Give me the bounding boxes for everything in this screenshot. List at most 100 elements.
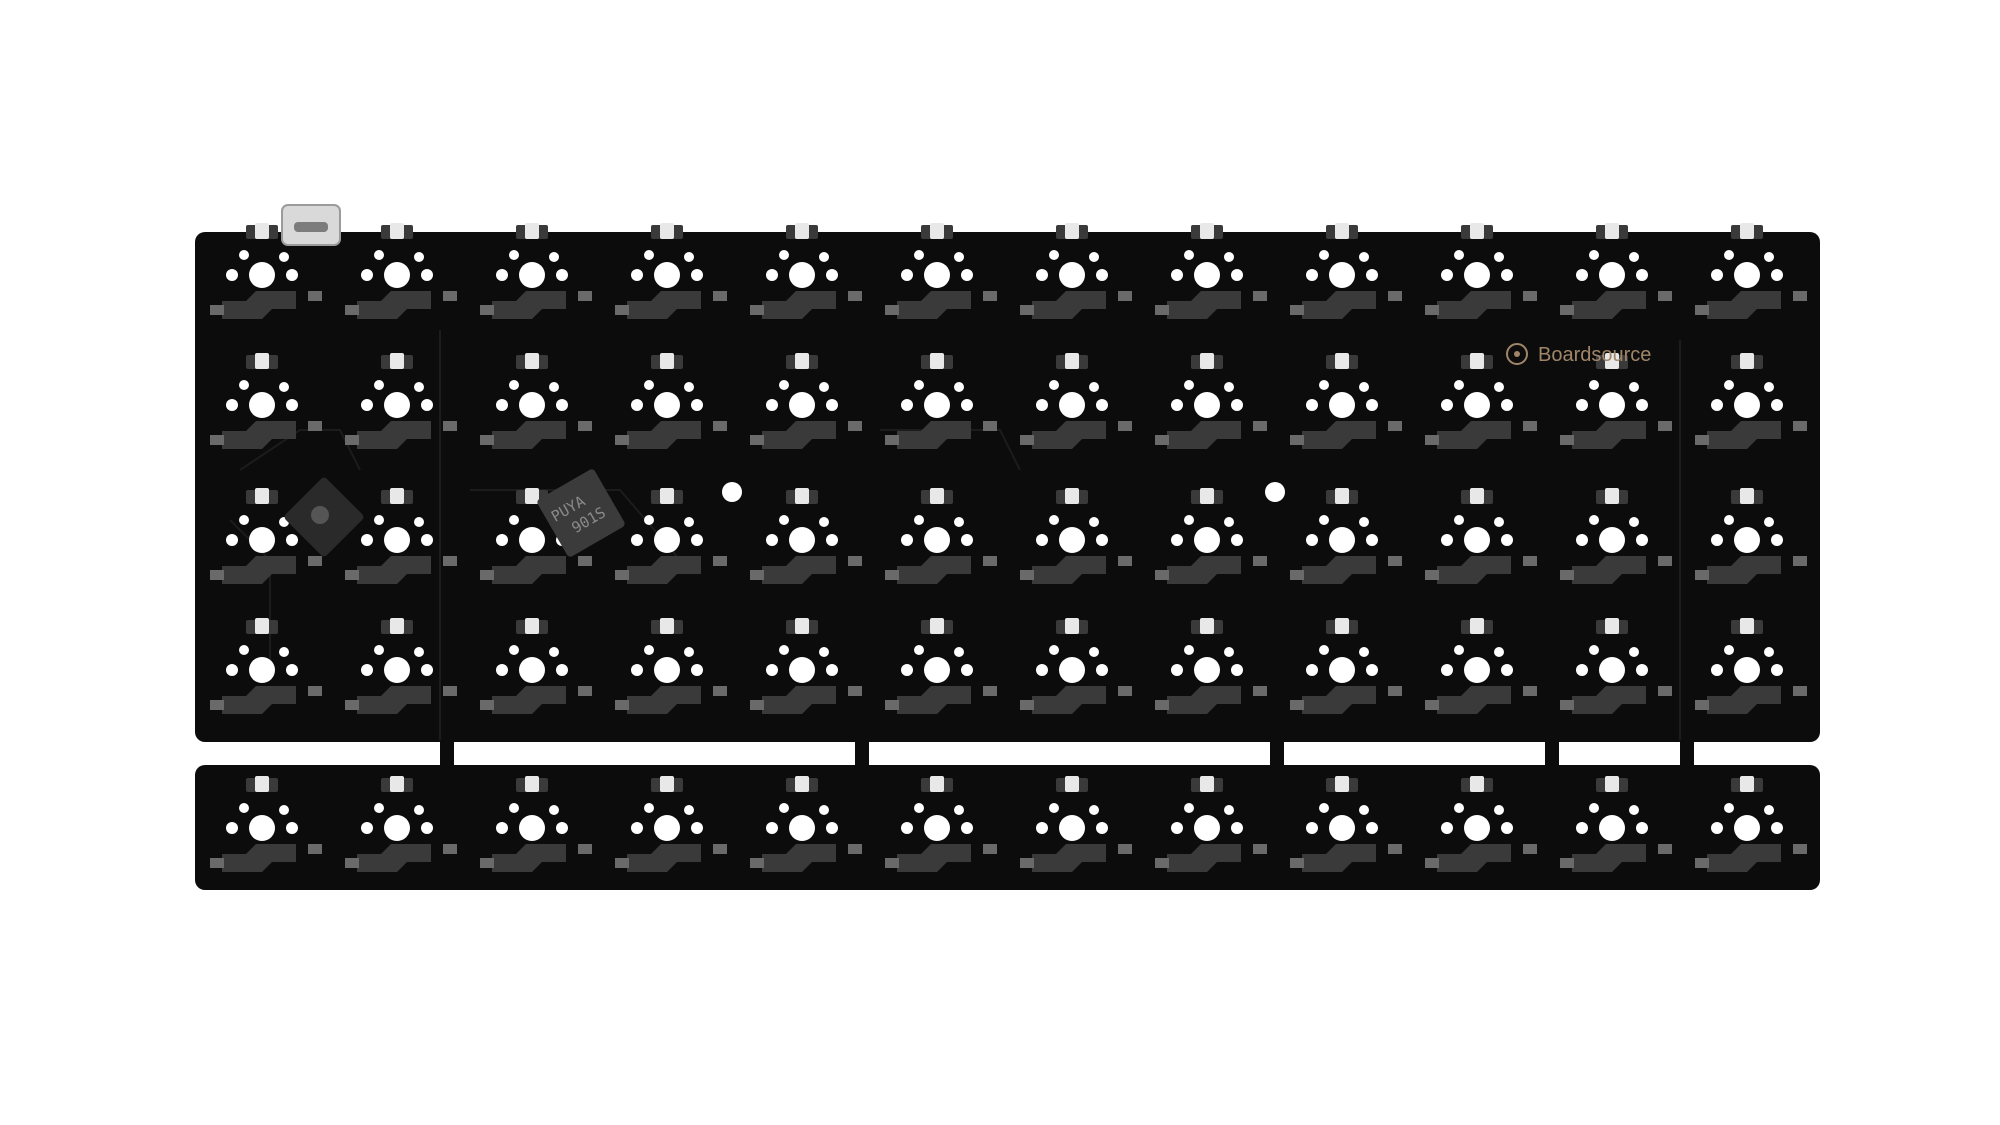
led xyxy=(1605,488,1619,504)
led xyxy=(660,223,674,239)
led xyxy=(390,223,404,239)
led xyxy=(255,223,269,239)
led xyxy=(795,618,809,634)
switch-hole xyxy=(1194,815,1220,841)
led xyxy=(1065,353,1079,369)
led xyxy=(255,488,269,504)
switch-hole xyxy=(924,262,950,288)
led xyxy=(1740,618,1754,634)
switch-hole xyxy=(384,527,410,553)
led xyxy=(390,776,404,792)
switch-hole xyxy=(1599,527,1625,553)
switch-hole xyxy=(654,392,680,418)
switch-hole xyxy=(1464,392,1490,418)
switch-hole xyxy=(1059,657,1085,683)
led xyxy=(1605,223,1619,239)
switch-hole xyxy=(654,657,680,683)
switch-hole xyxy=(1599,262,1625,288)
led xyxy=(390,353,404,369)
pcb-photo: PUYA 901S Boardsource xyxy=(195,204,1820,890)
led xyxy=(1335,353,1349,369)
led xyxy=(795,776,809,792)
led xyxy=(1200,776,1214,792)
switch-hole xyxy=(249,262,275,288)
led xyxy=(1470,353,1484,369)
switch-hole xyxy=(1329,392,1355,418)
led xyxy=(525,488,539,504)
bottom-pcb-strip xyxy=(195,742,1820,890)
switch-hole xyxy=(249,527,275,553)
led xyxy=(795,353,809,369)
led xyxy=(1740,353,1754,369)
led xyxy=(255,776,269,792)
switch-hole xyxy=(384,815,410,841)
switch-hole xyxy=(1329,657,1355,683)
led xyxy=(1200,223,1214,239)
switch-hole xyxy=(1329,815,1355,841)
led xyxy=(1740,488,1754,504)
switch-hole xyxy=(789,392,815,418)
switch-hole xyxy=(1734,262,1760,288)
switch-hole xyxy=(924,815,950,841)
switch-hole xyxy=(1734,527,1760,553)
led xyxy=(255,618,269,634)
led xyxy=(930,353,944,369)
led xyxy=(525,618,539,634)
led xyxy=(1335,776,1349,792)
switch-hole xyxy=(789,815,815,841)
led xyxy=(1065,618,1079,634)
led xyxy=(390,618,404,634)
switch-hole xyxy=(1194,392,1220,418)
switch-hole xyxy=(384,657,410,683)
switch-hole xyxy=(924,527,950,553)
switch-hole xyxy=(924,657,950,683)
led xyxy=(1065,223,1079,239)
switch-hole xyxy=(1059,262,1085,288)
switch-hole xyxy=(924,392,950,418)
led xyxy=(1470,488,1484,504)
switch-hole xyxy=(1599,815,1625,841)
led xyxy=(930,618,944,634)
usb-c-port xyxy=(281,204,341,246)
switch-hole xyxy=(1734,392,1760,418)
switch-hole xyxy=(519,815,545,841)
switch-hole xyxy=(1464,527,1490,553)
switch-hole xyxy=(519,392,545,418)
led xyxy=(1740,223,1754,239)
led xyxy=(1470,776,1484,792)
switch-hole xyxy=(519,262,545,288)
led xyxy=(1470,223,1484,239)
led xyxy=(795,223,809,239)
led xyxy=(1335,223,1349,239)
led xyxy=(525,776,539,792)
switch-hole xyxy=(1464,657,1490,683)
led xyxy=(795,488,809,504)
switch-hole xyxy=(789,657,815,683)
led xyxy=(1335,618,1349,634)
led xyxy=(390,488,404,504)
switch-hole xyxy=(654,262,680,288)
switch-hole xyxy=(1194,262,1220,288)
led xyxy=(930,776,944,792)
led xyxy=(1200,618,1214,634)
switch-hole xyxy=(519,527,545,553)
led xyxy=(1065,776,1079,792)
led xyxy=(1200,488,1214,504)
switch-hole xyxy=(1329,527,1355,553)
switch-hole xyxy=(1464,262,1490,288)
led xyxy=(525,353,539,369)
switch-hole xyxy=(1194,527,1220,553)
led xyxy=(660,353,674,369)
switch-hole xyxy=(1734,815,1760,841)
led xyxy=(930,223,944,239)
led xyxy=(1605,776,1619,792)
led xyxy=(660,618,674,634)
switch-hole xyxy=(384,262,410,288)
switch-hole xyxy=(654,815,680,841)
switch-hole xyxy=(1059,392,1085,418)
main-pcb: PUYA 901S Boardsource xyxy=(195,204,1820,742)
switch-hole xyxy=(1194,657,1220,683)
led xyxy=(1605,618,1619,634)
led xyxy=(660,776,674,792)
switch-hole xyxy=(654,527,680,553)
